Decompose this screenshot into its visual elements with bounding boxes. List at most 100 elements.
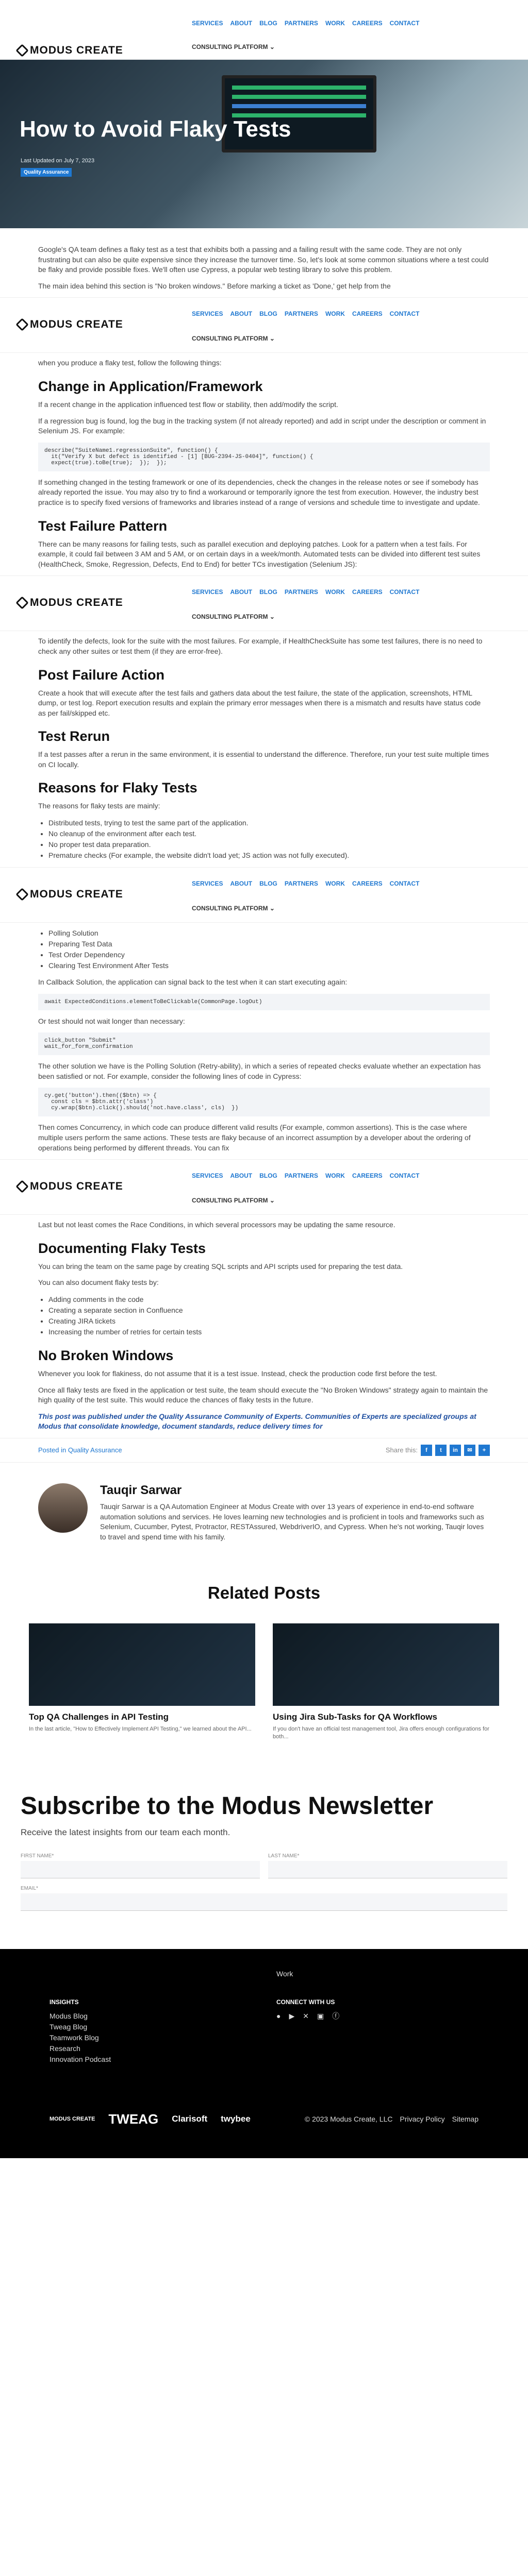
nav-partners[interactable]: PARTNERS: [285, 1172, 318, 1179]
nav-work[interactable]: WORK: [325, 588, 345, 596]
nav-services[interactable]: SERVICES: [192, 310, 223, 317]
author-box: Tauqir Sarwar Tauqir Sarwar is a QA Auto…: [0, 1463, 528, 1563]
nav-partners[interactable]: PARTNERS: [285, 880, 318, 887]
hero-banner: How to Avoid Flaky Tests Last Updated on…: [0, 60, 528, 228]
sitemap-link[interactable]: Sitemap: [452, 2115, 478, 2123]
footer-link[interactable]: Innovation Podcast: [50, 2054, 235, 2065]
author-bio: Tauqir Sarwar is a QA Automation Enginee…: [100, 1502, 484, 1541]
code-block: cy.get('button').then(($btn) => { const …: [38, 1088, 490, 1117]
first-name-field[interactable]: [21, 1860, 260, 1878]
copyright: © 2023 Modus Create, LLC: [304, 2115, 393, 2124]
nav-careers[interactable]: CAREERS: [352, 310, 383, 317]
email-field[interactable]: [21, 1893, 507, 1911]
footer-insights: INSIGHTS Modus Blog Tweag Blog Teamwork …: [50, 1998, 235, 2065]
card-title[interactable]: Top QA Challenges in API Testing: [29, 1712, 255, 1722]
footer-link[interactable]: Teamwork Blog: [50, 2032, 235, 2043]
email-icon[interactable]: ✉: [464, 1444, 475, 1456]
nav-blog[interactable]: BLOG: [259, 20, 277, 27]
footer-link[interactable]: Modus Blog: [50, 2011, 235, 2022]
x-icon[interactable]: ✕: [303, 2011, 309, 2022]
nav-contact[interactable]: CONTACT: [390, 588, 420, 596]
footer-link[interactable]: Tweag Blog: [50, 2022, 235, 2032]
newsletter-title: Subscribe to the Modus Newsletter: [21, 1792, 434, 1820]
linkedin-icon[interactable]: in: [450, 1444, 461, 1456]
nav-services[interactable]: SERVICES: [192, 880, 223, 887]
nav-services[interactable]: SERVICES: [192, 588, 223, 596]
nav-careers[interactable]: CAREERS: [352, 20, 383, 27]
brand-logo[interactable]: MODUS CREATE: [15, 888, 123, 901]
category-tag[interactable]: Quality Assurance: [21, 168, 72, 177]
paragraph: If something changed in the testing fram…: [38, 478, 480, 506]
main-nav: SERVICES ABOUT BLOG PARTNERS WORK CAREERS CONT…: [192, 588, 419, 596]
related-card[interactable]: Using Jira Sub-Tasks for QA Workflows If…: [273, 1623, 499, 1740]
nav-about[interactable]: ABOUT: [230, 310, 252, 317]
nav-work[interactable]: WORK: [325, 20, 345, 27]
related-posts: Related Posts Top QA Challenges in API T…: [0, 1563, 528, 1745]
nav-consulting-platform[interactable]: CONSULTING PLATFORM ⌄: [192, 1197, 275, 1204]
nav-about[interactable]: ABOUT: [230, 588, 252, 596]
linkedin-icon[interactable]: ▣: [317, 2011, 324, 2022]
last-name-field[interactable]: [268, 1860, 507, 1878]
nav-careers[interactable]: CAREERS: [352, 880, 383, 887]
nav-partners[interactable]: PARTNERS: [285, 20, 318, 27]
logo-mark-icon: [15, 44, 29, 57]
paragraph: when you produce a flaky test, follow th…: [38, 359, 222, 367]
footer-heading: INSIGHTS: [50, 1998, 79, 2006]
twybee-logo[interactable]: twybee: [221, 2114, 251, 2124]
nav-work[interactable]: WORK: [325, 1172, 345, 1179]
chevron-down-icon: ⌄: [269, 43, 275, 50]
nav-about[interactable]: ABOUT: [230, 20, 252, 27]
paragraph: You can also document flaky tests by:: [38, 1278, 159, 1287]
nav-blog[interactable]: BLOG: [259, 880, 277, 887]
nav-careers[interactable]: CAREERS: [352, 588, 383, 596]
twitter-icon[interactable]: t: [435, 1444, 447, 1456]
nav-blog[interactable]: BLOG: [259, 588, 277, 596]
author-name[interactable]: Tauqir Sarwar: [100, 1483, 490, 1498]
facebook-icon[interactable]: ⓕ: [332, 2011, 339, 2022]
github-icon[interactable]: ●: [276, 2011, 280, 2022]
nav-contact[interactable]: CONTACT: [390, 310, 420, 317]
youtube-icon[interactable]: ▶: [289, 2011, 294, 2022]
posted-in-link[interactable]: Posted in Quality Assurance: [38, 1446, 122, 1454]
nav-services[interactable]: SERVICES: [192, 1172, 223, 1179]
nav-work[interactable]: WORK: [325, 880, 345, 887]
card-image[interactable]: [29, 1623, 255, 1706]
nav-about[interactable]: ABOUT: [230, 880, 252, 887]
nav-work[interactable]: WORK: [325, 310, 345, 317]
nav-about[interactable]: ABOUT: [230, 1172, 252, 1179]
last-name-label: LAST NAME*: [268, 1853, 300, 1859]
footer-link[interactable]: Research: [50, 2043, 235, 2054]
nav-partners[interactable]: PARTNERS: [285, 310, 318, 317]
nav-consulting-platform[interactable]: CONSULTING PLATFORM ⌄: [192, 335, 275, 342]
footer-link-work[interactable]: Work: [50, 1970, 478, 1978]
nav-consulting-platform[interactable]: CONSULTING PLATFORM ⌄: [192, 905, 275, 912]
brand-logo[interactable]: MODUS CREATE: [15, 596, 123, 610]
list-item: Creating JIRA tickets: [48, 1316, 490, 1327]
brand-logo[interactable]: MODUS CREATE: [15, 318, 123, 332]
nav-contact[interactable]: CONTACT: [390, 1172, 420, 1179]
nav-consulting-platform[interactable]: CONSULTING PLATFORM ⌄: [192, 613, 275, 620]
section-heading: Test Rerun: [38, 728, 110, 744]
modus-logo[interactable]: MODUS CREATE: [50, 2116, 95, 2122]
privacy-link[interactable]: Privacy Policy: [400, 2115, 445, 2123]
clarisoft-logo[interactable]: Clarisoft: [172, 2114, 207, 2124]
nav-consulting-platform[interactable]: CONSULTING PLATFORM ⌄: [192, 43, 275, 50]
nav-careers[interactable]: CAREERS: [352, 1172, 383, 1179]
nav-blog[interactable]: BLOG: [259, 1172, 277, 1179]
more-share-icon[interactable]: +: [478, 1444, 490, 1456]
related-card[interactable]: Top QA Challenges in API Testing In the …: [29, 1623, 255, 1740]
brand-logo[interactable]: MODUS CREATE: [15, 44, 123, 57]
nav-contact[interactable]: CONTACT: [390, 880, 420, 887]
nav-contact[interactable]: CONTACT: [390, 20, 420, 27]
card-title[interactable]: Using Jira Sub-Tasks for QA Workflows: [273, 1712, 499, 1722]
tweag-logo[interactable]: TWEAG: [108, 2111, 158, 2127]
paragraph: The reasons for flaky tests are mainly:: [38, 802, 160, 810]
nav-services[interactable]: SERVICES: [192, 20, 223, 27]
list-item: Distributed tests, trying to test the sa…: [48, 818, 490, 828]
facebook-icon[interactable]: f: [421, 1444, 432, 1456]
card-image[interactable]: [273, 1623, 499, 1706]
nav-partners[interactable]: PARTNERS: [285, 588, 318, 596]
nav-blog[interactable]: BLOG: [259, 310, 277, 317]
social-links: ● ▶ ✕ ▣ ⓕ: [276, 2011, 339, 2022]
brand-logo[interactable]: MODUS CREATE: [15, 1180, 123, 1193]
